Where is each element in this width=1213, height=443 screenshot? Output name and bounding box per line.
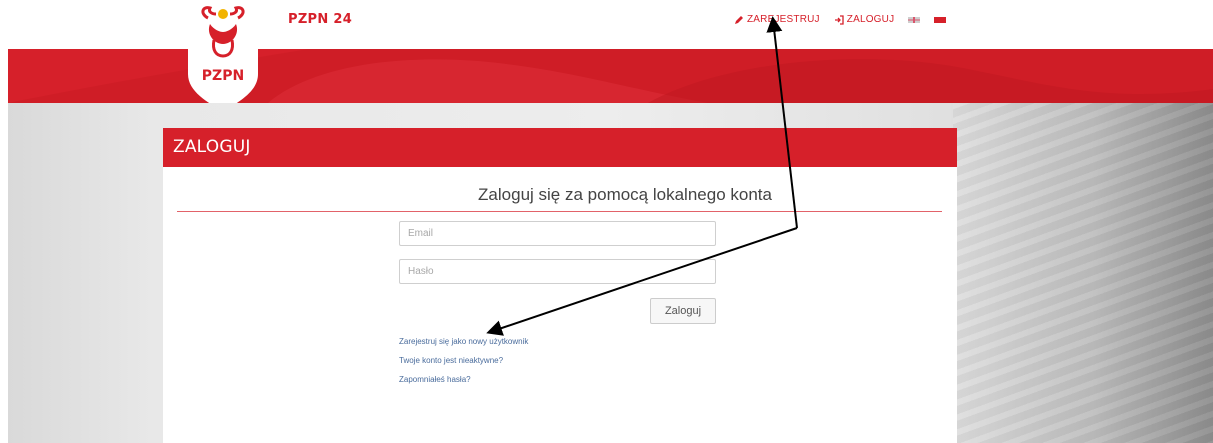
panel-header: ZALOGUJ bbox=[163, 128, 957, 167]
login-button[interactable]: Zaloguj bbox=[650, 298, 716, 324]
top-bar: PZPN 24 ZAREJESTRUJ ZALOGUJ bbox=[0, 0, 1213, 49]
logo-text: PZPN bbox=[202, 68, 244, 84]
pl-flag-icon[interactable] bbox=[934, 16, 947, 23]
inactive-account-link[interactable]: Twoje konto jest nieaktywne? bbox=[399, 356, 503, 365]
login-link-label: ZALOGUJ bbox=[846, 14, 895, 25]
login-panel: ZALOGUJ Zaloguj się za pomocą lokalnego … bbox=[163, 128, 957, 443]
form-heading: Zaloguj się za pomocą lokalnego konta bbox=[478, 185, 772, 204]
en-flag-icon[interactable] bbox=[908, 16, 921, 23]
panel-title: ZALOGUJ bbox=[173, 137, 251, 157]
sign-in-icon bbox=[834, 14, 844, 25]
pzpn-logo[interactable]: PZPN bbox=[186, 0, 260, 112]
pencil-icon bbox=[734, 15, 744, 25]
forgot-password-link[interactable]: Zapomniałeś hasła? bbox=[399, 375, 471, 384]
register-link[interactable]: ZAREJESTRUJ bbox=[734, 14, 820, 25]
password-field[interactable] bbox=[399, 259, 716, 284]
register-new-user-link[interactable]: Zarejestruj się jako nowy użytkownik bbox=[399, 337, 528, 346]
heading-divider bbox=[177, 211, 942, 212]
top-nav: ZAREJESTRUJ ZALOGUJ bbox=[734, 14, 947, 25]
login-link[interactable]: ZALOGUJ bbox=[834, 14, 895, 25]
email-field[interactable] bbox=[399, 221, 716, 246]
register-link-label: ZAREJESTRUJ bbox=[747, 14, 820, 25]
brand-name[interactable]: PZPN 24 bbox=[288, 12, 352, 27]
